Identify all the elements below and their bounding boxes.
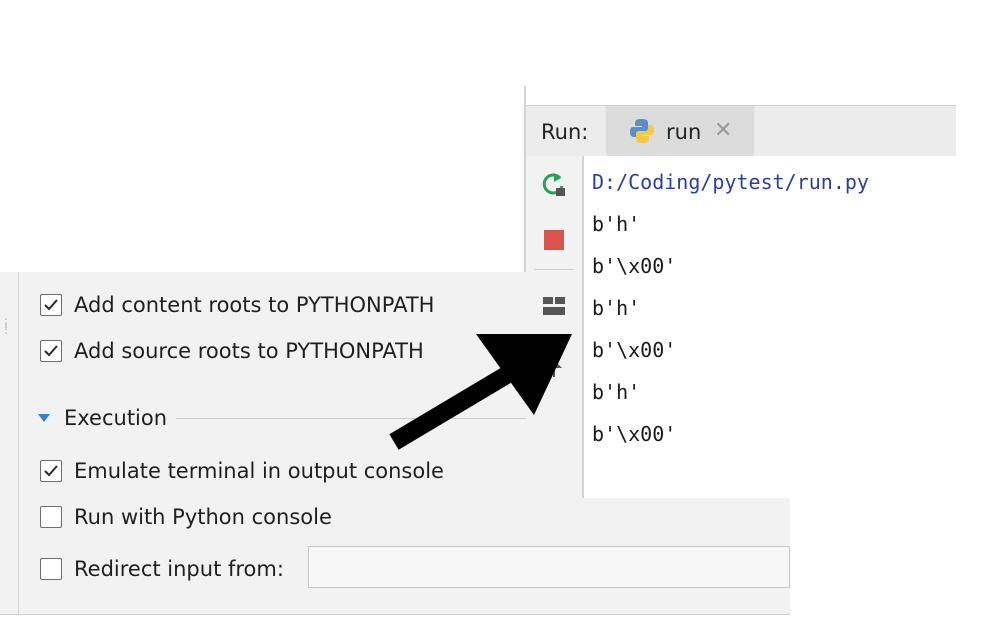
tab-run-label: run [666, 120, 702, 144]
checkbox-source-roots[interactable] [40, 340, 62, 362]
content-roots-label: Add content roots to PYTHONPATH [74, 293, 435, 317]
redirect-input-option[interactable]: Redirect input from: [40, 556, 284, 582]
python-icon [628, 117, 656, 145]
pin-icon[interactable] [540, 352, 568, 380]
tab-run[interactable]: run ✕ [606, 106, 754, 156]
console-line: b'\x00' [592, 338, 677, 362]
console-line: b'\x00' [592, 254, 677, 278]
close-icon[interactable]: ✕ [714, 118, 732, 143]
run-label: Run: [541, 120, 589, 144]
emulate-terminal-option[interactable]: Emulate terminal in output console [40, 458, 444, 484]
section-divider [176, 418, 526, 419]
run-window-header: Run: run ✕ [526, 105, 956, 157]
content-roots-option[interactable]: Add content roots to PYTHONPATH [40, 292, 434, 318]
checkbox-redirect-input[interactable] [40, 558, 62, 580]
source-roots-option[interactable]: Add source roots to PYTHONPATH [40, 338, 424, 364]
console-line: b'h' [592, 296, 641, 320]
execution-section-header[interactable]: Execution [38, 405, 167, 431]
toolbar-separator [534, 269, 574, 270]
checkbox-emulate-terminal[interactable] [40, 460, 62, 482]
emulate-terminal-label: Emulate terminal in output console [74, 459, 444, 483]
python-console-label: Run with Python console [74, 505, 332, 529]
run-console-output[interactable]: D:/Coding/pytest/run.py b'h' b'\x00' b'h… [584, 156, 956, 500]
source-roots-label: Add source roots to PYTHONPATH [74, 339, 424, 363]
stop-icon[interactable] [540, 226, 568, 254]
layout-icon[interactable] [540, 292, 568, 320]
drag-handle[interactable]: ⋮ ⋮ [0, 317, 12, 335]
redirect-input-field[interactable] [308, 546, 790, 588]
console-line: b'\x00' [592, 422, 677, 446]
redirect-input-label: Redirect input from: [74, 557, 284, 581]
console-line: b'h' [592, 380, 641, 404]
console-line: b'h' [592, 212, 641, 236]
expand-arrow-icon[interactable] [38, 414, 50, 422]
console-line: D:/Coding/pytest/run.py [592, 170, 869, 194]
execution-section-label: Execution [64, 406, 168, 430]
panel-divider [18, 272, 19, 614]
rerun-icon[interactable] [540, 170, 568, 198]
run-toolbar [526, 156, 584, 500]
python-console-option[interactable]: Run with Python console [40, 504, 332, 530]
checkbox-content-roots[interactable] [40, 294, 62, 316]
checkbox-python-console[interactable] [40, 506, 62, 528]
